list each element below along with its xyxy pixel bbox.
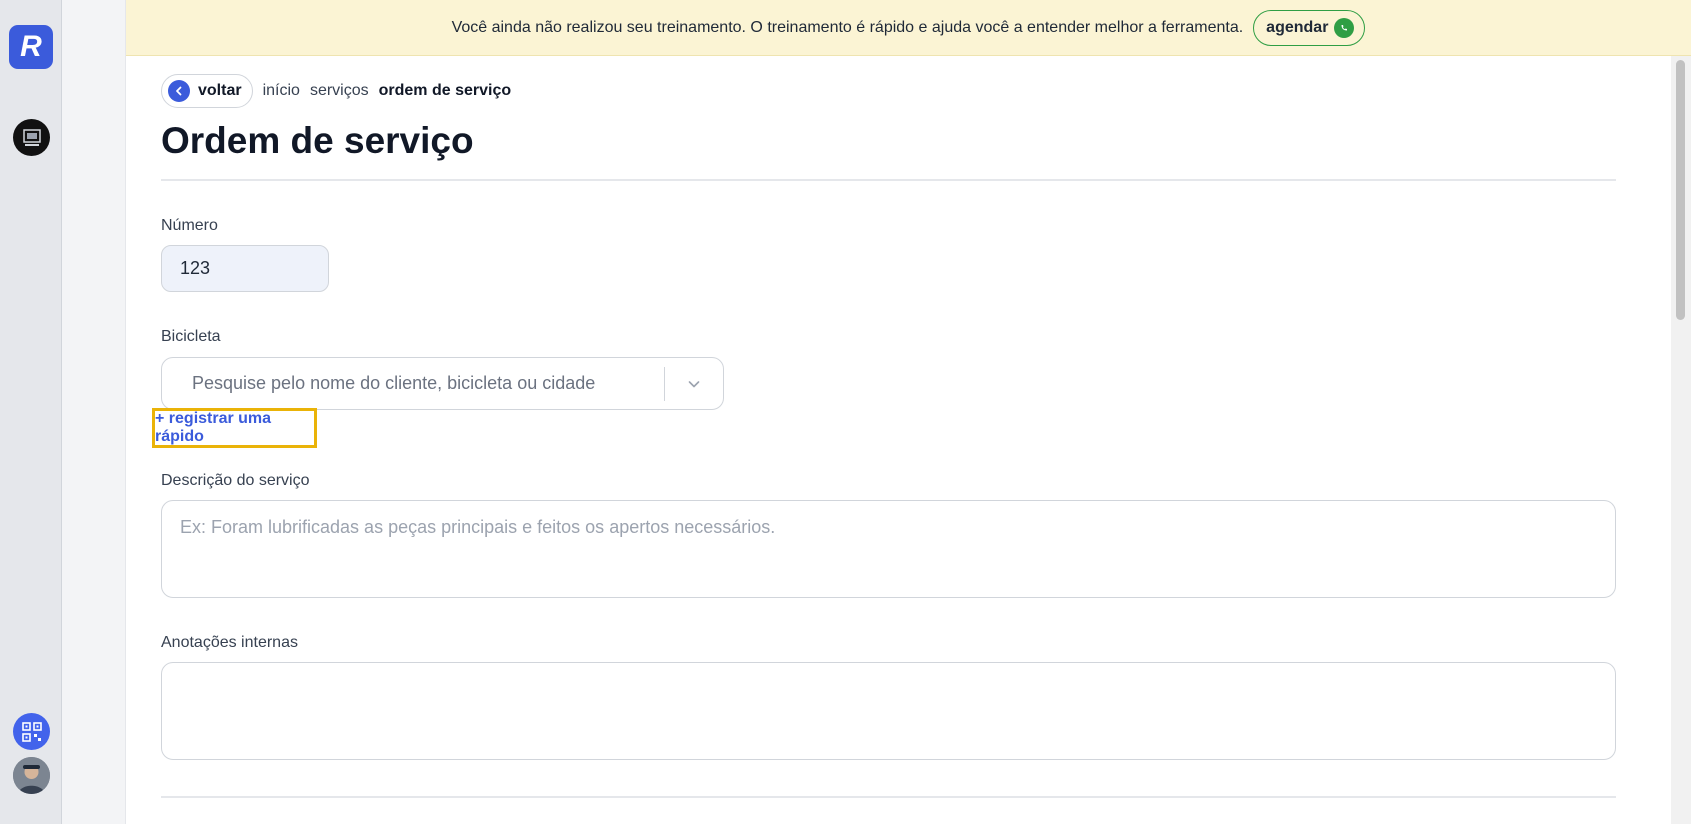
- numero-label: Número: [161, 217, 218, 234]
- whatsapp-icon: [1334, 17, 1355, 38]
- bicicleta-select[interactable]: Pesquise pelo nome do cliente, bicicleta…: [161, 357, 724, 410]
- descricao-textarea[interactable]: [161, 500, 1616, 598]
- anotacoes-label: Anotações internas: [161, 634, 298, 651]
- app-logo[interactable]: R: [9, 25, 53, 69]
- bicicleta-label: Bicicleta: [161, 328, 221, 345]
- schedule-button-label: agendar: [1266, 18, 1329, 36]
- scrollbar-thumb[interactable]: [1676, 60, 1685, 320]
- back-button[interactable]: voltar: [161, 74, 253, 108]
- section-divider: [161, 796, 1616, 798]
- app-sidebar: R: [0, 0, 62, 824]
- chevron-down-icon[interactable]: [665, 377, 723, 391]
- schedule-training-button[interactable]: agendar: [1253, 9, 1366, 46]
- sidebar-panel: [62, 0, 126, 824]
- qr-code-button[interactable]: [13, 713, 50, 750]
- user-avatar[interactable]: [13, 757, 50, 794]
- shop-logo-icon: [22, 128, 41, 146]
- breadcrumb-item-inicio[interactable]: início: [263, 82, 300, 100]
- banner-message: Você ainda não realizou seu treinamento.…: [451, 18, 1244, 36]
- chevron-left-icon: [168, 80, 190, 102]
- logo-letter: R: [20, 30, 42, 63]
- shop-avatar[interactable]: [13, 119, 50, 156]
- breadcrumb-item-current: ordem de serviço: [378, 82, 512, 99]
- title-divider: [161, 179, 1616, 181]
- training-banner: Você ainda não realizou seu treinamento.…: [126, 0, 1691, 56]
- breadcrumb: voltar início serviços ordem de serviço: [161, 74, 511, 108]
- quick-register-link[interactable]: + registrar uma rápido: [152, 408, 317, 448]
- back-button-label: voltar: [198, 82, 242, 99]
- qr-code-icon: [21, 721, 42, 742]
- breadcrumb-item-servicos[interactable]: serviços: [310, 82, 369, 100]
- user-photo-icon: [13, 757, 50, 794]
- descricao-label: Descrição do serviço: [161, 472, 310, 489]
- numero-input[interactable]: [161, 245, 329, 292]
- bicicleta-placeholder: Pesquise pelo nome do cliente, bicicleta…: [192, 373, 596, 393]
- anotacoes-textarea[interactable]: [161, 662, 1616, 760]
- page-title: Ordem de serviço: [161, 120, 474, 161]
